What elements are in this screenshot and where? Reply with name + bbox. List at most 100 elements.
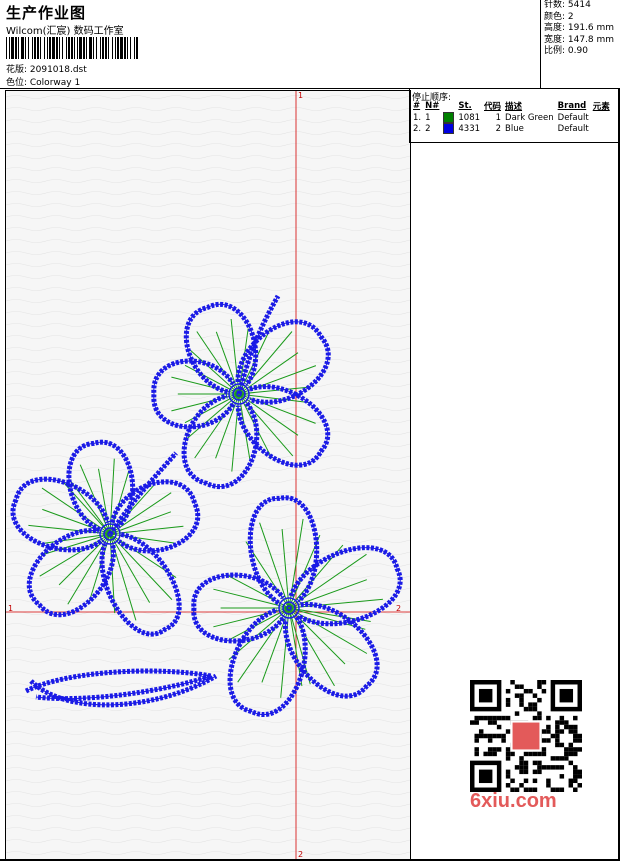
qr-module: [505, 697, 511, 703]
qr-module: [555, 765, 560, 770]
qr-module: [537, 751, 542, 757]
qr-module: [492, 720, 497, 725]
qr-module: [519, 697, 524, 703]
qr-module: [519, 702, 524, 707]
qr-module: [577, 774, 582, 779]
qr-module: [492, 747, 497, 752]
qr-module: [573, 774, 578, 779]
barcode-bar: [74, 37, 75, 59]
qr-module: [505, 756, 511, 761]
col-color: [441, 100, 456, 112]
barcode-bar: [105, 37, 107, 59]
qr-module: [528, 751, 533, 757]
qr-module: [496, 747, 502, 752]
qr-module: [474, 715, 479, 721]
qr-module: [568, 742, 574, 748]
qr-module: [555, 756, 560, 761]
color-swatch: [443, 112, 455, 123]
qr-module: [573, 787, 578, 792]
row-brand: Default: [557, 112, 589, 123]
qr-module: [568, 751, 574, 757]
qr-module: [505, 769, 511, 775]
barcode-bar: [96, 37, 97, 59]
design-canvas: 1 1 2 2: [5, 90, 411, 861]
qr-module: [514, 693, 520, 698]
qr-module: [474, 720, 479, 725]
barcode-bar: [28, 37, 29, 59]
qr-module: [537, 680, 542, 685]
col-brand: Brand: [557, 101, 587, 111]
axis-marker-right: 2: [396, 604, 401, 613]
qr-module: [537, 765, 542, 770]
qr-code: [470, 680, 582, 792]
qr-module: [559, 756, 565, 761]
qr-module: [483, 733, 488, 739]
qr-module: [501, 733, 506, 739]
qr-module: [487, 733, 493, 739]
qr-module: [487, 751, 493, 757]
barcode-bar: [112, 37, 113, 59]
qr-module: [577, 783, 582, 788]
qr-module: [537, 684, 542, 689]
qr-module: [537, 769, 542, 775]
qr-module: [478, 729, 484, 734]
qr-module: [528, 688, 533, 694]
color-count: 颜色: 2: [544, 11, 574, 22]
qr-module: [568, 729, 574, 734]
qr-module: [546, 778, 551, 784]
studio-name: Wilcom(汇宸) 数码工作室: [6, 26, 124, 37]
qr-module: [564, 720, 569, 725]
qr-module: [573, 769, 578, 775]
qr-module: [541, 747, 547, 752]
barcode-bar: [9, 37, 10, 59]
qr-module: [532, 706, 538, 712]
barcode-bar: [127, 37, 128, 59]
qr-module: [496, 715, 502, 721]
barcode-bar: [120, 37, 123, 59]
qr-module: [519, 783, 524, 788]
watermark-logo: 6xiu.com: [470, 790, 557, 812]
qr-module: [541, 729, 547, 734]
qr-module: [564, 751, 569, 757]
barcode-bar: [83, 37, 85, 59]
col-code: 代码: [484, 102, 502, 112]
qr-module: [505, 783, 511, 788]
barcode-bar: [32, 37, 33, 59]
qr-module: [478, 733, 484, 739]
col-description: 描述: [505, 102, 523, 112]
row-index: 2.: [413, 123, 422, 134]
barcode-bar: [100, 37, 101, 59]
qr-module: [510, 778, 515, 784]
qr-module: [546, 715, 551, 721]
qr-module: [528, 702, 533, 707]
qr-module: [564, 747, 569, 752]
barcode: [6, 37, 138, 59]
page-title: 生产作业图: [6, 4, 87, 22]
row-element: [591, 112, 612, 123]
qr-module: [573, 751, 578, 757]
qr-module: [541, 751, 547, 757]
qr-module: [514, 684, 520, 689]
qr-module: [532, 751, 538, 757]
qr-module: [555, 738, 560, 743]
qr-module: [510, 751, 515, 757]
qr-module: [559, 729, 565, 734]
qr-module: [505, 702, 511, 707]
row-stitches: 4331: [458, 123, 481, 134]
color-swatch: [443, 123, 455, 134]
barcode-bar: [124, 37, 126, 59]
barcode-bar: [25, 37, 26, 59]
qr-module: [568, 747, 574, 752]
qr-module: [559, 715, 565, 721]
qr-module: [541, 688, 547, 694]
qr-module: [559, 787, 565, 792]
barcode-bar: [21, 37, 24, 59]
qr-module: [501, 738, 506, 743]
qr-module: [532, 769, 538, 775]
row-needle: 2: [425, 123, 431, 134]
qr-module: [519, 756, 524, 761]
barcode-bar: [52, 37, 55, 59]
qr-module: [487, 738, 493, 743]
qr-module: [532, 760, 538, 766]
qr-module: [523, 769, 529, 775]
